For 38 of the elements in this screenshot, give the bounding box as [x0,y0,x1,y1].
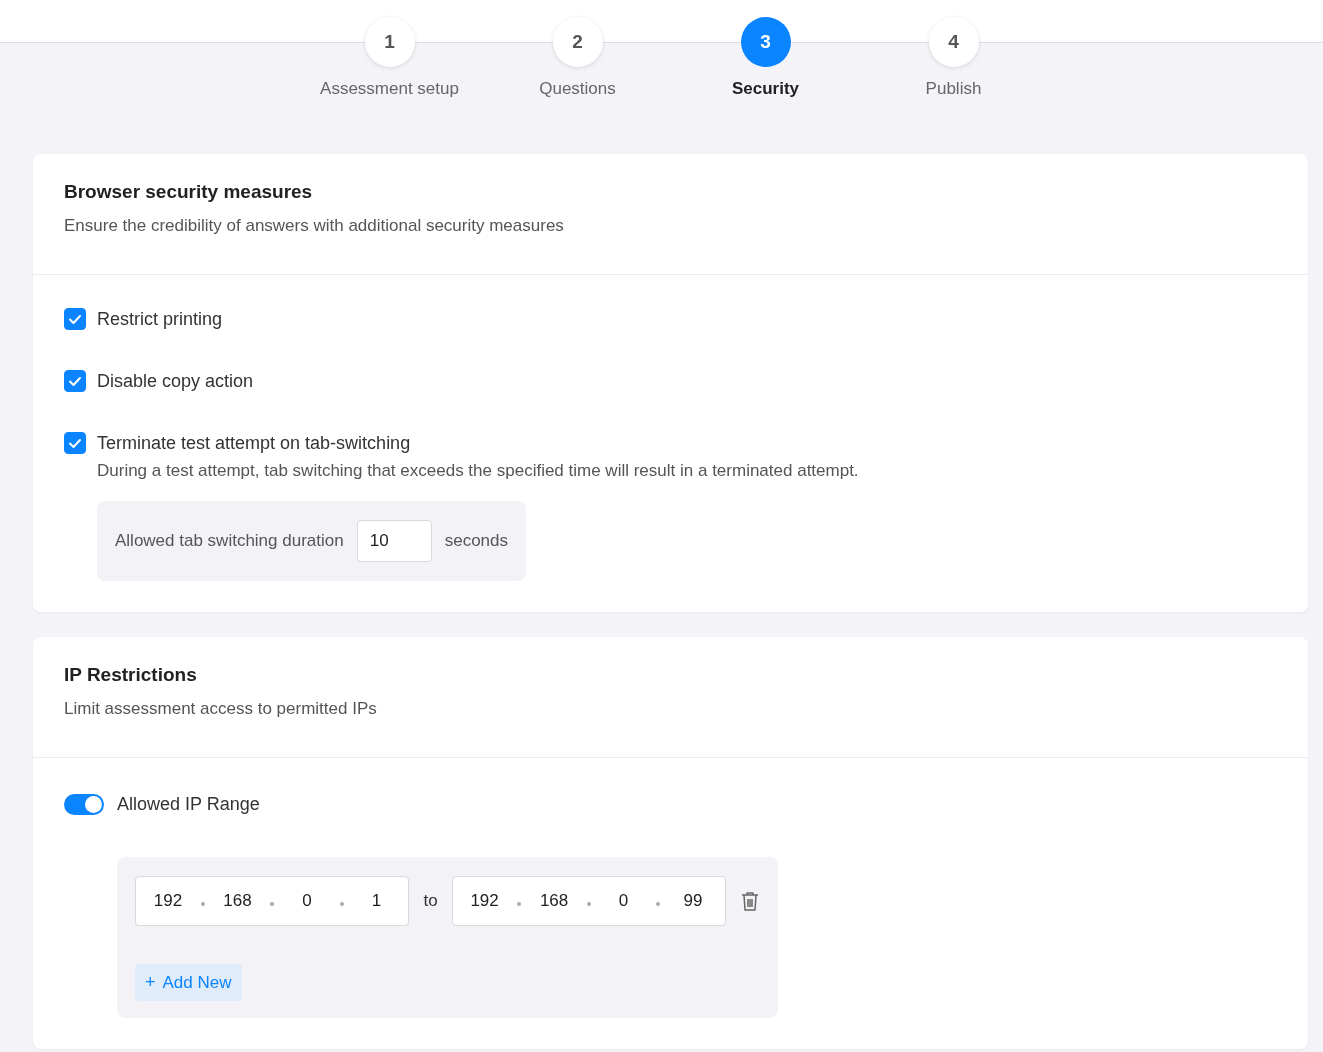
step-label[interactable]: Security [731,79,800,99]
ip-address-field[interactable]: 192 168 0 1 [135,876,410,926]
step-label[interactable]: Questions [539,79,616,99]
ip-octet[interactable]: 168 [539,891,570,911]
toggle-switch[interactable] [64,793,104,815]
ip-octet[interactable]: 192 [469,891,500,911]
section-title: IP Restrictions [64,664,198,686]
ip-octet[interactable]: 168 [222,891,253,911]
ip-octet[interactable]: 1 [361,891,392,911]
checkbox[interactable] [64,432,86,454]
ip-octet[interactable]: 0 [608,891,639,911]
duration-label: Allowed tab switching duration [115,531,344,551]
section-subtitle: Limit assessment access to permitted IPs [64,699,378,719]
ip-address-field[interactable]: 192 168 0 99 [451,876,726,926]
separator-dot [586,902,591,906]
range-separator: to [423,891,438,911]
duration-input[interactable]: 10 [356,520,432,562]
checkbox[interactable] [64,370,86,392]
option-label: Terminate test attempt on tab-switching [97,432,411,454]
section-title: Browser security measures [64,181,314,203]
separator-dot [656,902,661,906]
step-label[interactable]: Assessment setup [320,79,459,99]
separator-dot [270,902,275,906]
checkbox[interactable] [64,308,86,330]
option-label: Restrict printing [97,308,223,330]
separator-dot [339,902,344,906]
ip-octet[interactable]: 99 [678,891,708,911]
duration-unit: seconds [444,531,508,551]
ip-octet[interactable]: 0 [291,891,322,911]
ip-octet[interactable]: 192 [153,891,183,911]
option-label: Disable copy action [97,370,254,392]
separator-dot [200,902,205,906]
toggle-label: Allowed IP Range [117,793,260,815]
trash-icon[interactable] [740,890,760,912]
separator-dot [517,902,522,906]
option-description: During a test attempt, tab switching that exceeds the specified time will result in a terminated attempt. [97,461,860,481]
step-label[interactable]: Publish [925,79,982,99]
section-subtitle: Ensure the credibility of answers with additional security measures [64,216,565,236]
